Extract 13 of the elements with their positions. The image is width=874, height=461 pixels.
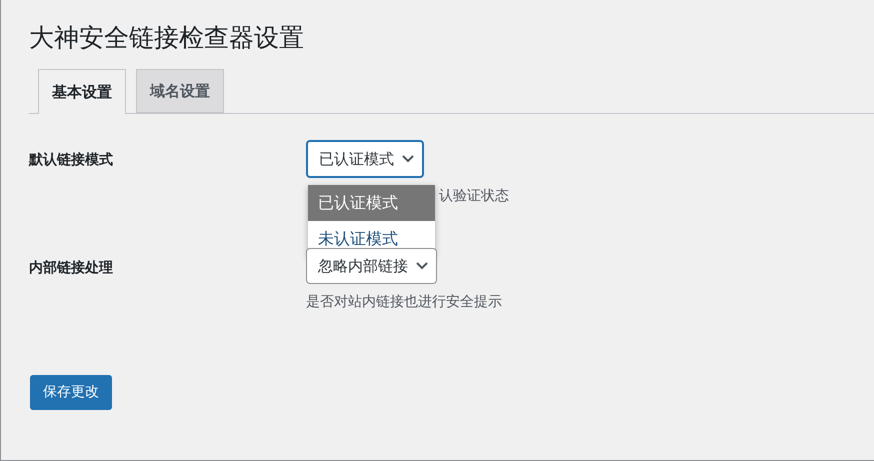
save-button[interactable]: 保存更改: [30, 375, 112, 410]
chevron-down-icon: [402, 155, 414, 163]
page-title: 大神安全链接检查器设置: [29, 22, 305, 54]
dropdown-option[interactable]: 已认证模式: [308, 185, 435, 221]
tab[interactable]: 域名设置: [136, 69, 224, 113]
setting-label: 默认链接模式: [29, 151, 114, 170]
tab[interactable]: 基本设置: [38, 69, 126, 114]
select-dropdown[interactable]: 忽略内部链接: [306, 248, 437, 284]
field-description: 认验证状态: [439, 187, 509, 206]
field-description: 是否对站内链接也进行安全提示: [306, 293, 502, 312]
setting-label: 内部链接处理: [29, 258, 114, 278]
chevron-down-icon: [416, 262, 428, 270]
select-dropdown[interactable]: 已认证模式: [306, 140, 424, 178]
